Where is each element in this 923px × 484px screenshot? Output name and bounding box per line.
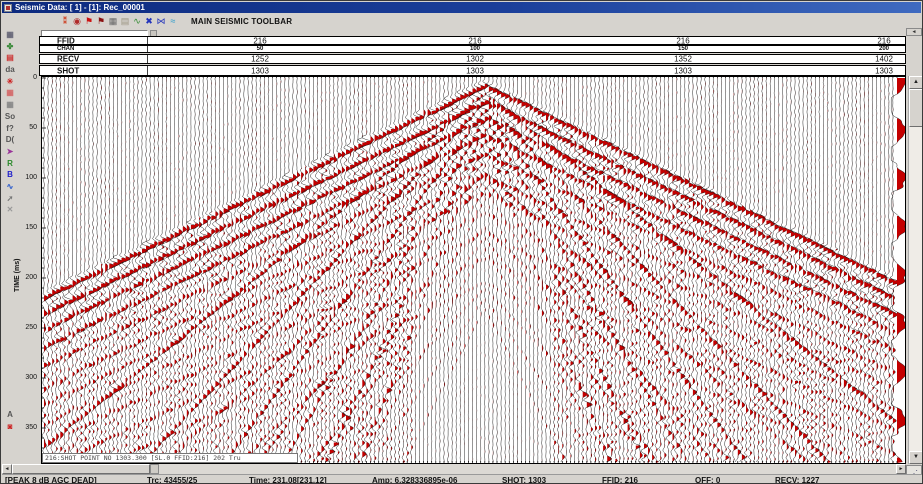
status-recv: RECV: 1227 — [775, 476, 819, 484]
time-tick-label: 0 — [21, 74, 37, 81]
scrollbar-divider[interactable] — [150, 464, 159, 474]
left-toolbar-bottom: A◙ — [1, 409, 19, 432]
title-bar: Seismic Data: [ 1] - [1]: Rec_00001 — [2, 2, 921, 13]
shot-marks-icon[interactable]: ⁑ — [59, 15, 71, 28]
header-value: 216 — [468, 36, 481, 45]
header-value: 216 — [877, 36, 890, 45]
close-x-icon[interactable]: ✕ — [2, 204, 18, 216]
text-fq-icon[interactable]: f? — [2, 123, 18, 135]
compare-icon[interactable]: ⋈ — [155, 15, 167, 28]
text-da-icon[interactable]: da — [2, 64, 18, 76]
status-shot: SHOT: 1303 — [502, 476, 546, 484]
header-value: 150 — [678, 46, 688, 52]
header-separator — [147, 66, 148, 75]
text-so-icon[interactable]: So — [2, 111, 18, 123]
time-tick-label: 150 — [21, 224, 37, 231]
flag-back-icon[interactable]: ⚑ — [95, 15, 107, 28]
wave-icon[interactable]: ≈ — [167, 15, 179, 28]
header-value: 100 — [470, 46, 480, 52]
grid-view-icon[interactable]: ▦ — [107, 15, 119, 28]
header-value: 216 — [253, 36, 266, 45]
status-offset: OFF: 0 — [695, 476, 720, 484]
seismic-display[interactable] — [41, 76, 906, 464]
left-toolbar: ▦✤▤da✳▦▦Sof?D(➤RB∿➚✕ — [1, 29, 19, 465]
time-tick-label: 100 — [21, 174, 37, 181]
vertical-scrollbar[interactable]: ▲ ▼ — [908, 76, 923, 464]
seismic-app-window: Seismic Data: [ 1] - [1]: Rec_00001 ⁑◉⚑⚑… — [0, 0, 923, 484]
time-tick-label: 50 — [21, 124, 37, 131]
header-row-shot: SHOT 1303 1303 1303 1303 — [39, 65, 906, 76]
header-separator — [147, 46, 148, 52]
time-tick-label: 300 — [21, 374, 37, 381]
app-icon — [4, 4, 12, 12]
b-tool-icon[interactable]: B — [2, 169, 18, 181]
scroll-left-icon[interactable]: ◄ — [2, 464, 12, 474]
header-label: SHOT — [57, 66, 79, 75]
header-separator — [147, 55, 148, 63]
header-row-chan: CHAN 50 100 150 200 — [39, 45, 906, 53]
green-chart-icon[interactable]: ∿ — [131, 15, 143, 28]
header-value: 50 — [257, 46, 264, 52]
header-value: 1352 — [674, 55, 692, 64]
rb-mini-icon[interactable]: ◙ — [2, 421, 18, 433]
curve-tool-icon[interactable]: ∿ — [2, 181, 18, 193]
status-ffid: FFID: 216 — [602, 476, 638, 484]
header-row-ffid: FFID 216 216 216 216 — [39, 36, 906, 45]
play-arrow-icon[interactable]: ➤ — [2, 146, 18, 158]
header-label: RECV — [57, 55, 79, 64]
header-value: 1252 — [251, 55, 269, 64]
brackets-icon[interactable]: D( — [2, 134, 18, 146]
header-value: 200 — [879, 46, 889, 52]
shot-annotation: 216:SHOT POINT NO 1303.300 [SL.0 FFID:21… — [42, 453, 298, 463]
time-tick-label: 250 — [21, 324, 37, 331]
time-tick-label: 200 — [21, 274, 37, 281]
rgb-bars-icon[interactable]: ▤ — [2, 52, 18, 64]
cursor-tool-icon[interactable]: ➚ — [2, 193, 18, 205]
view-target-icon[interactable]: ◉ — [71, 15, 83, 28]
scroll-up-icon[interactable]: ▲ — [909, 76, 923, 89]
delete-x-icon[interactable]: ✖ — [143, 15, 155, 28]
header-value: 1303 — [674, 66, 692, 75]
toolbar-title: MAIN SEISMIC TOOLBAR — [191, 17, 292, 26]
status-gain: [PEAK 8 dB AGC DEAD] — [5, 476, 97, 484]
status-trace: Trc: 43455/25 — [147, 476, 197, 484]
time-axis-title: TIME (ms) — [14, 259, 21, 292]
pink-grid-icon[interactable]: ▦ — [2, 87, 18, 99]
window-title: Seismic Data: [ 1] - [1]: Rec_00001 — [15, 3, 145, 12]
picks-icon[interactable]: ✤ — [2, 41, 18, 53]
toolbar-icons: ⁑◉⚑⚑▦▤∿✖⋈≈ — [59, 15, 179, 28]
status-bar: [PEAK 8 dB AGC DEAD] Trc: 43455/25 Time:… — [2, 474, 923, 484]
r-tool-icon[interactable]: R — [2, 158, 18, 170]
horizontal-scroll-thumb[interactable] — [12, 464, 150, 474]
header-label: CHAN — [57, 46, 74, 52]
header-value: 1303 — [466, 66, 484, 75]
header-scroll-arrow-icon[interactable]: ◄ — [906, 28, 922, 36]
window-grid-icon[interactable]: ▦ — [2, 29, 18, 41]
flag-forward-icon[interactable]: ⚑ — [83, 15, 95, 28]
header-row-recv: RECV 1252 1302 1352 1402 — [39, 54, 906, 64]
burst-icon[interactable]: ✳ — [2, 76, 18, 88]
status-time: Time: 231.08[231.12] — [249, 476, 327, 484]
scroll-right-icon[interactable]: ► — [896, 464, 906, 474]
header-value: 216 — [676, 36, 689, 45]
header-value: 1303 — [251, 66, 269, 75]
header-value: 1402 — [875, 55, 893, 64]
header-separator — [147, 37, 148, 44]
a-mini-icon[interactable]: A — [2, 409, 18, 421]
header-label: FFID — [57, 36, 75, 45]
table-icon[interactable]: ▦ — [2, 99, 18, 111]
header-value: 1302 — [466, 55, 484, 64]
header-value: 1303 — [875, 66, 893, 75]
time-tick-label: 350 — [21, 424, 37, 431]
horizontal-scrollbar[interactable]: ◄ ► — [2, 464, 906, 474]
stamp-icon[interactable]: ▤ — [119, 15, 131, 28]
scroll-down-icon[interactable]: ▼ — [909, 451, 923, 464]
main-toolbar: ⁑◉⚑⚑▦▤∿✖⋈≈ MAIN SEISMIC TOOLBAR — [2, 13, 921, 29]
status-amp: Amp: 6.328336895e-06 — [372, 476, 457, 484]
vertical-scroll-thumb[interactable] — [909, 89, 923, 127]
